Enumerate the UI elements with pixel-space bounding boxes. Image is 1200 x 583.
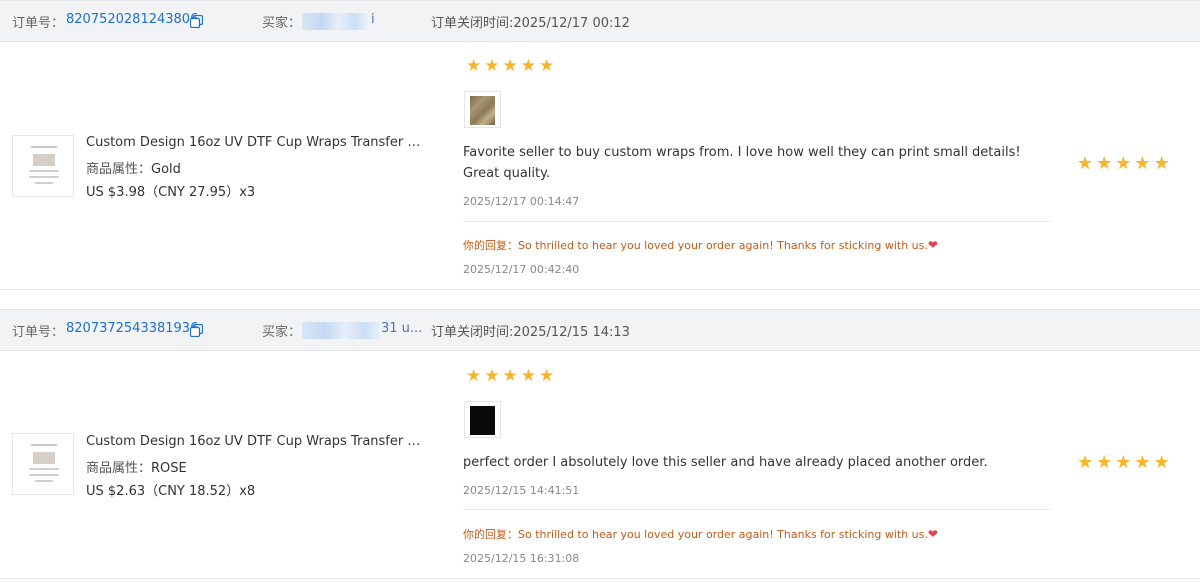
- attr-label: 商品属性：: [86, 461, 152, 476]
- close-time-label: 订单关闭时间:: [431, 16, 514, 31]
- reply-text: So thrilled to hear you loved your order…: [518, 239, 928, 252]
- star-icon: ★: [1134, 452, 1151, 473]
- review-time: 2025/12/15 14:41:51: [463, 484, 580, 497]
- star-icon: ★: [484, 56, 500, 76]
- order-no-link[interactable]: 8207520281243806: [66, 12, 198, 27]
- star-icon: ★: [1115, 452, 1132, 473]
- buyer-label: 买家：: [262, 325, 302, 340]
- buyer-rating-stars: ★ ★ ★ ★ ★: [466, 368, 557, 385]
- buyer-name[interactable]: i: [371, 12, 375, 27]
- star-icon: ★: [539, 56, 555, 76]
- order-no-label: 订单号：: [12, 325, 65, 340]
- review-photo[interactable]: [464, 91, 501, 128]
- buyer-rating-stars: ★ ★ ★ ★ ★: [466, 58, 557, 75]
- reply-label: 你的回复：: [463, 528, 518, 541]
- order-header: 订单号： 8207372543381936 买家： 31 u... 订单关闭时间…: [0, 309, 1200, 351]
- review-time: 2025/12/17 00:14:47: [463, 195, 580, 208]
- buyer-name[interactable]: 31 u...: [381, 321, 422, 336]
- close-time-value: 2025/12/15 14:13: [513, 325, 630, 340]
- buyer-name-redacted: [302, 13, 368, 30]
- seller-rating-stars: ★ ★ ★ ★ ★: [1077, 454, 1173, 472]
- copy-icon[interactable]: [190, 324, 203, 337]
- divider: [463, 221, 1051, 222]
- review-text: Favorite seller to buy custom wraps from…: [463, 145, 1021, 181]
- divider: [463, 509, 1051, 510]
- heart-icon: ❤: [927, 238, 938, 252]
- reply-label: 你的回复：: [463, 239, 518, 252]
- seller-rating-stars: ★ ★ ★ ★ ★: [1077, 155, 1173, 173]
- product-title[interactable]: Custom Design 16oz UV DTF Cup Wraps Tran…: [86, 434, 428, 449]
- reply-text: So thrilled to hear you loved your order…: [518, 528, 928, 541]
- product-title[interactable]: Custom Design 16oz UV DTF Cup Wraps Tran…: [86, 135, 428, 150]
- product-thumbnail[interactable]: [12, 135, 74, 197]
- star-icon: ★: [1096, 452, 1113, 473]
- product-thumbnail[interactable]: [12, 433, 74, 495]
- product-price: US $3.98（CNY 27.95）x3: [86, 185, 256, 200]
- star-icon: ★: [502, 366, 518, 386]
- star-icon: ★: [1096, 153, 1113, 174]
- seller-reply: 你的回复：So thrilled to hear you loved your …: [463, 526, 938, 542]
- reply-time: 2025/12/15 16:31:08: [463, 552, 580, 565]
- review-text: perfect order I absolutely love this sel…: [463, 455, 988, 470]
- star-icon: ★: [466, 366, 482, 386]
- star-icon: ★: [1153, 153, 1170, 174]
- star-icon: ★: [1077, 452, 1094, 473]
- star-icon: ★: [466, 56, 482, 76]
- close-time-value: 2025/12/17 00:12: [513, 16, 630, 31]
- attr-label: 商品属性：: [86, 162, 152, 177]
- star-icon: ★: [502, 56, 518, 76]
- copy-icon[interactable]: [190, 15, 203, 28]
- order-body: Custom Design 16oz UV DTF Cup Wraps Tran…: [0, 42, 1200, 290]
- star-icon: ★: [1115, 153, 1132, 174]
- attr-value: Gold: [151, 162, 181, 177]
- order-no-link[interactable]: 8207372543381936: [66, 321, 198, 336]
- reply-time: 2025/12/17 00:42:40: [463, 263, 580, 276]
- star-icon: ★: [1134, 153, 1151, 174]
- order-body: Custom Design 16oz UV DTF Cup Wraps Tran…: [0, 351, 1200, 579]
- buyer-name-redacted: [302, 322, 380, 339]
- order-header: 订单号： 8207520281243806 买家： i 订单关闭时间:2025/…: [0, 0, 1200, 42]
- buyer-label: 买家：: [262, 16, 302, 31]
- attr-value: ROSE: [151, 461, 187, 476]
- star-icon: ★: [539, 366, 555, 386]
- heart-icon: ❤: [927, 527, 938, 541]
- star-icon: ★: [520, 366, 536, 386]
- review-photo[interactable]: [464, 401, 501, 438]
- order-card: 订单号： 8207372543381936 买家： 31 u... 订单关闭时间…: [0, 309, 1200, 583]
- product-attribute: 商品属性：Gold: [86, 158, 181, 177]
- close-time: 订单关闭时间:2025/12/15 14:13: [431, 321, 630, 340]
- star-icon: ★: [1077, 153, 1094, 174]
- star-icon: ★: [520, 56, 536, 76]
- order-card: 订单号： 8207520281243806 买家： i 订单关闭时间:2025/…: [0, 0, 1200, 291]
- star-icon: ★: [1153, 452, 1170, 473]
- product-price: US $2.63（CNY 18.52）x8: [86, 484, 256, 499]
- close-time: 订单关闭时间:2025/12/17 00:12: [431, 12, 630, 31]
- star-icon: ★: [484, 366, 500, 386]
- product-attribute: 商品属性：ROSE: [86, 457, 187, 476]
- order-no-label: 订单号：: [12, 16, 65, 31]
- seller-reply: 你的回复：So thrilled to hear you loved your …: [463, 237, 938, 253]
- close-time-label: 订单关闭时间:: [431, 325, 514, 340]
